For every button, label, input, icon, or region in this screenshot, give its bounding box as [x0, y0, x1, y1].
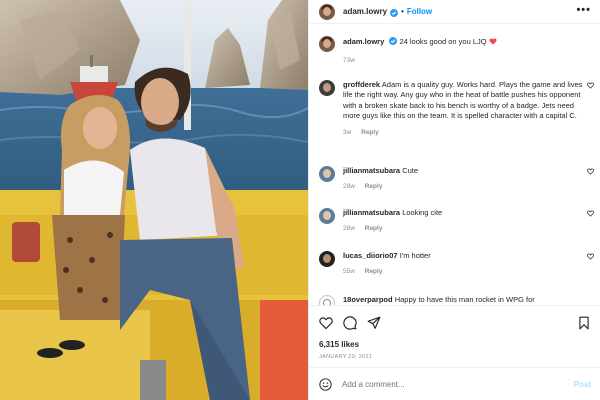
photo-illustration [0, 0, 308, 400]
comment-item: jillianmatsubara Looking cite 28w Reply [319, 208, 594, 235]
comment-time: 55w [343, 268, 355, 276]
bookmark-icon[interactable] [577, 316, 591, 330]
comment-username[interactable]: groffderek [343, 80, 380, 89]
share-icon[interactable] [367, 316, 381, 330]
caption-username[interactable]: adam.lowry [343, 37, 384, 46]
reply-button[interactable]: Reply [365, 183, 383, 190]
author-username[interactable]: adam.lowry [343, 7, 387, 16]
comment-text: Happy to have this man rocket in WPG for [394, 295, 535, 304]
comment-like-heart-icon[interactable] [587, 253, 594, 260]
verified-badge-icon [390, 8, 399, 17]
emoji-icon[interactable] [319, 377, 332, 391]
red-heart-emoji-icon [489, 38, 497, 45]
header-separator: • [401, 7, 404, 16]
commenter-avatar[interactable] [319, 166, 335, 182]
comment-like-heart-icon[interactable] [587, 210, 594, 217]
caption-text: 24 looks good on you LJQ [399, 37, 487, 46]
comment-text: I'm hotter [399, 251, 431, 260]
instagram-post: adam.lowry • Follow ••• adam.lowry 24 lo… [0, 0, 600, 400]
reply-button[interactable]: Reply [365, 268, 383, 275]
reply-button[interactable]: Reply [361, 129, 379, 136]
comment-username[interactable]: jillianmatsubara [343, 166, 400, 175]
comments-list[interactable]: adam.lowry 24 looks good on you LJQ 73w [309, 25, 600, 305]
add-comment-bar: Post [309, 367, 600, 400]
post-side-panel: adam.lowry • Follow ••• adam.lowry 24 lo… [308, 0, 600, 400]
comment-username[interactable]: lucas_diiorio07 [343, 251, 398, 260]
comment-time: 3w [343, 128, 352, 136]
caption-avatar[interactable] [319, 36, 335, 52]
reply-button[interactable]: Reply [365, 225, 383, 232]
comment-username[interactable]: jillianmatsubara [343, 208, 400, 217]
comment-like-heart-icon[interactable] [587, 168, 594, 175]
comment-text: Cute [402, 166, 419, 175]
comment-time: 28w [343, 225, 355, 233]
more-options-icon[interactable]: ••• [576, 5, 591, 16]
comment-item: lucas_diiorio07 I'm hotter 55w Reply [319, 251, 594, 278]
post-date: JANUARY 29, 2021 [319, 354, 373, 360]
commenter-avatar[interactable] [319, 80, 335, 96]
commenter-avatar[interactable] [319, 295, 335, 305]
post-header: adam.lowry • Follow ••• [309, 0, 600, 24]
follow-button[interactable]: Follow [407, 7, 432, 16]
likes-count[interactable]: 6,315 likes [319, 340, 359, 349]
heart-icon[interactable] [319, 316, 333, 330]
verified-badge-icon [389, 37, 398, 45]
comment-text: Looking cite [402, 208, 443, 217]
comment-like-heart-icon[interactable] [587, 82, 594, 89]
comment-input[interactable] [342, 379, 562, 389]
caption-time: 73w [343, 57, 355, 64]
comment-username[interactable]: 18overparpod [343, 295, 393, 304]
post-comment-button[interactable]: Post [574, 380, 591, 389]
post-caption: adam.lowry 24 looks good on you LJQ 73w [319, 36, 589, 66]
author-avatar[interactable] [319, 3, 335, 20]
commenter-avatar[interactable] [319, 208, 335, 224]
comment-item: 18overparpod Happy to have this man rock… [319, 295, 594, 305]
comment-item: jillianmatsubara Cute 28w Reply [319, 166, 594, 193]
comment-item: groffderek Adam is a quality guy. Works … [319, 80, 594, 138]
comment-time: 28w [343, 183, 355, 191]
commenter-avatar[interactable] [319, 251, 335, 267]
comment-icon[interactable] [343, 316, 357, 330]
post-photo[interactable] [0, 0, 308, 400]
